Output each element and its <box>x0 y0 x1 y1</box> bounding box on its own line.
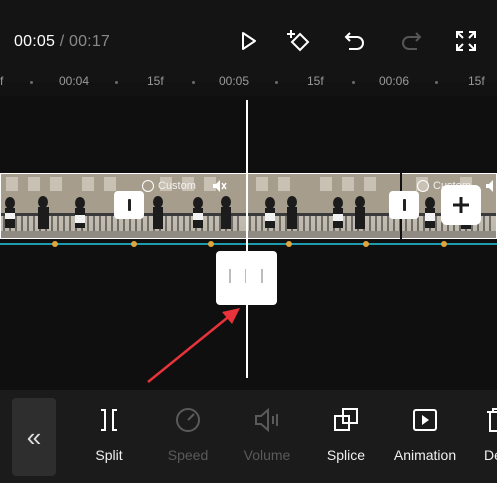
tool-label: De <box>484 447 497 463</box>
tool-volume: Volume <box>227 405 307 475</box>
keyframe-dot[interactable] <box>208 241 214 247</box>
speed-custom-badge: Custom <box>142 177 196 195</box>
tool-split[interactable]: Split <box>69 405 149 475</box>
tool-delete[interactable]: De <box>462 405 497 475</box>
current-time: 00:05 <box>14 33 56 50</box>
ruler-label: 00:04 <box>59 74 90 88</box>
animation-icon <box>410 405 440 435</box>
ruler-dot <box>352 81 355 84</box>
ruler-label: 15f <box>468 74 485 88</box>
ruler-label: 15f <box>147 74 164 88</box>
ruler-dot <box>115 81 118 84</box>
time-ruler: f 00:04 15f 00:05 15f 00:06 15f <box>0 66 497 96</box>
ruler-label: f <box>0 74 4 88</box>
ruler-dot <box>275 81 278 84</box>
play-icon[interactable] <box>233 26 263 56</box>
keyframe-track <box>0 243 497 245</box>
timecode: 00:05 / 00:17 <box>14 33 110 51</box>
time-separator: / <box>55 33 69 50</box>
total-time: 00:17 <box>68 33 111 50</box>
ruler-dot <box>30 81 33 84</box>
handle-grip-left <box>229 269 231 283</box>
keyframe-dot[interactable] <box>52 241 58 247</box>
ruler-dot <box>435 81 438 84</box>
volume-icon <box>252 405 282 435</box>
delete-icon <box>482 405 497 435</box>
transition-icon <box>127 199 131 211</box>
tool-label: Animation <box>393 447 457 463</box>
tool-splice[interactable]: Splice <box>306 405 386 475</box>
fullscreen-icon[interactable] <box>451 26 481 56</box>
speed-icon <box>173 405 203 435</box>
transition-button[interactable] <box>114 191 144 219</box>
keyframe-add-icon[interactable] <box>285 26 315 56</box>
ruler-label: 00:05 <box>219 74 250 88</box>
tool-label: Split <box>95 447 123 463</box>
tool-animation[interactable]: Animation <box>385 405 465 475</box>
annotation-arrow <box>147 308 240 383</box>
mute-icon <box>211 178 227 194</box>
mute-icon <box>484 178 497 194</box>
ruler-label: 15f <box>307 74 324 88</box>
splice-icon <box>331 405 361 435</box>
custom-label: Custom <box>158 180 196 192</box>
ruler-label: 00:06 <box>379 74 410 88</box>
undo-icon[interactable] <box>340 26 370 56</box>
plus-icon <box>453 197 469 213</box>
redo-icon <box>396 26 426 56</box>
tool-speed: Speed <box>148 405 228 475</box>
ruler-dot <box>192 81 195 84</box>
tool-label: Splice <box>326 447 366 463</box>
keyframe-dot[interactable] <box>363 241 369 247</box>
transition-button[interactable] <box>389 191 419 219</box>
collapse-button[interactable]: « <box>12 398 56 476</box>
handle-grip-right <box>261 269 263 283</box>
keyframe-dot[interactable] <box>286 241 292 247</box>
keyframe-dot[interactable] <box>131 241 137 247</box>
double-chevron-left-icon: « <box>26 421 42 452</box>
split-icon <box>94 405 124 435</box>
keyframe-dot[interactable] <box>441 241 447 247</box>
speed-gauge-icon <box>417 180 429 192</box>
add-clip-button[interactable] <box>441 185 481 225</box>
tool-label: Volume <box>243 447 291 463</box>
tool-label: Speed <box>167 447 209 463</box>
transition-icon <box>402 199 406 211</box>
speed-gauge-icon <box>142 180 154 192</box>
